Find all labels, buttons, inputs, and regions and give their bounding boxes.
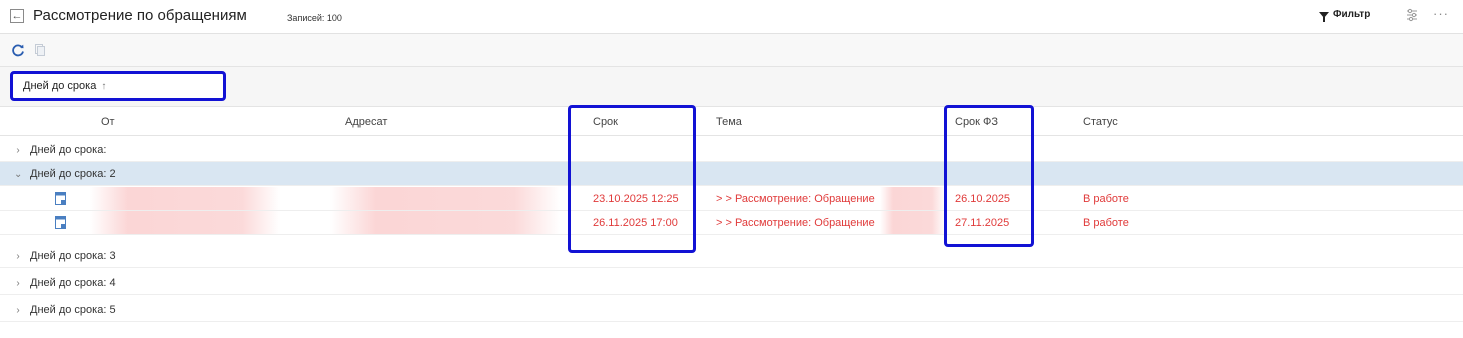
chevron-right-icon[interactable]: ›: [14, 251, 22, 262]
group-row[interactable]: ⌄ Дней до срока: 2: [0, 162, 1463, 186]
column-header-deadline[interactable]: Срок: [593, 116, 618, 128]
group-by-chip[interactable]: Дней до срока ↑: [10, 71, 226, 101]
filter-button[interactable]: Фильтр: [1319, 9, 1371, 22]
toolbar: [0, 34, 1463, 67]
status-cell: В работе: [1083, 193, 1129, 205]
redacted-cell: [880, 187, 945, 210]
deadline-cell: 23.10.2025 12:25: [593, 193, 679, 205]
column-header-addressee[interactable]: Адресат: [345, 116, 387, 128]
column-header-from[interactable]: От: [101, 116, 115, 128]
redacted-cell: [90, 211, 280, 234]
group-row[interactable]: › Дней до срока:: [0, 138, 1463, 162]
document-icon[interactable]: [55, 216, 66, 229]
status-cell: В работе: [1083, 217, 1129, 229]
group-by-label: Дней до срока: [23, 80, 97, 92]
column-header-status[interactable]: Статус: [1083, 116, 1118, 128]
redacted-cell: [880, 211, 945, 234]
group-row-label: Дней до срока: 5: [30, 304, 116, 316]
arrow-left-icon[interactable]: ←: [10, 9, 24, 23]
record-count: Записей: 100: [287, 13, 342, 23]
sort-ascending-icon[interactable]: ↑: [101, 81, 106, 92]
table-row[interactable]: 26.11.2025 17:00 > > Рассмотрение: Обращ…: [0, 211, 1463, 235]
column-header-subject[interactable]: Тема: [716, 116, 742, 128]
chevron-right-icon[interactable]: ›: [14, 278, 22, 289]
group-by-panel: Дней до срока ↑: [0, 67, 1463, 107]
filter-button-label: Фильтр: [1333, 9, 1371, 20]
more-options-icon[interactable]: ···: [1433, 6, 1449, 21]
group-row[interactable]: › Дней до срока: 4: [0, 271, 1463, 295]
page-header: ← Рассмотрение по обращениям Записей: 10…: [0, 0, 1463, 34]
redacted-cell: [330, 187, 560, 210]
group-row-label: Дней до срока: 4: [30, 277, 116, 289]
deadline-fz-cell: 27.11.2025: [955, 217, 1010, 229]
redacted-cell: [90, 187, 280, 210]
chevron-right-icon[interactable]: ›: [14, 305, 22, 316]
chevron-down-icon[interactable]: ⌄: [14, 169, 22, 180]
refresh-icon[interactable]: [11, 43, 25, 57]
column-header-deadline-fz[interactable]: Срок ФЗ: [955, 116, 998, 128]
deadline-cell: 26.11.2025 17:00: [593, 217, 678, 229]
group-row[interactable]: › Дней до срока: 3: [0, 244, 1463, 268]
copy-icon[interactable]: [35, 44, 45, 56]
column-settings-icon[interactable]: [1406, 8, 1418, 22]
funnel-icon: [1319, 11, 1329, 22]
table-row[interactable]: 23.10.2025 12:25 > > Рассмотрение: Обращ…: [0, 187, 1463, 211]
table-header: От Адресат Срок Тема Срок ФЗ Статус: [0, 107, 1463, 136]
group-row-label: Дней до срока:: [30, 144, 107, 156]
page-title: Рассмотрение по обращениям: [33, 7, 247, 24]
group-row[interactable]: › Дней до срока: 5: [0, 298, 1463, 322]
subject-link[interactable]: > > Рассмотрение: Обращение: [716, 217, 875, 229]
deadline-fz-cell: 26.10.2025: [955, 193, 1011, 205]
redacted-cell: [330, 211, 560, 234]
chevron-right-icon[interactable]: ›: [14, 145, 22, 156]
group-row-label: Дней до срока: 3: [30, 250, 116, 262]
subject-link[interactable]: > > Рассмотрение: Обращение: [716, 193, 875, 205]
document-icon[interactable]: [55, 192, 66, 205]
group-row-label: Дней до срока: 2: [30, 168, 116, 180]
